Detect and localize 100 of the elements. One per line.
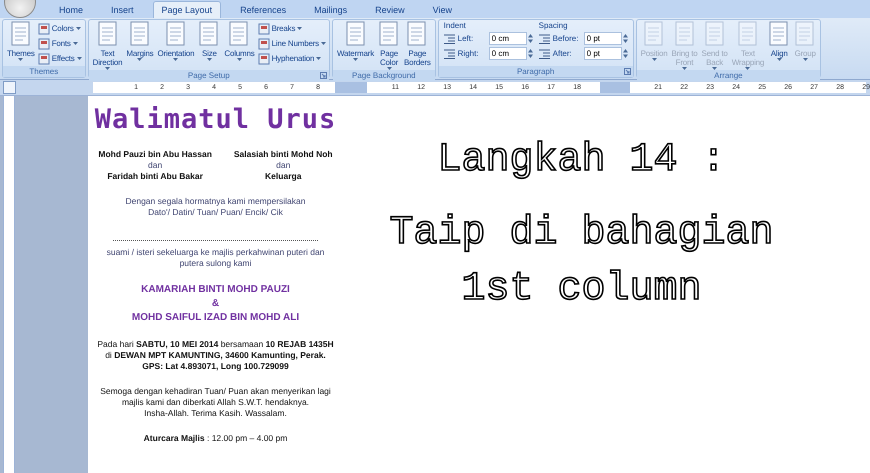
dialog-launcher-icon[interactable] — [624, 68, 631, 75]
ribbon-button[interactable]: Breaks — [258, 22, 326, 35]
document-icon — [406, 21, 428, 47]
couple-name: KAMARIAH BINTI MOHD PAUZI — [141, 283, 290, 297]
spin-field[interactable]: 0 pt — [584, 32, 622, 45]
text-line: GPS: Lat 4.893071, Long 100.729099 — [142, 361, 289, 372]
invitation-title: Walimatul Urus — [94, 104, 336, 135]
ribbon-button[interactable]: Watermark — [336, 21, 376, 61]
ribbon-button[interactable]: Effects — [38, 52, 82, 65]
square-icon — [38, 52, 50, 64]
ribbon-tab[interactable]: Mailings — [305, 1, 356, 18]
caret-icon — [320, 42, 326, 45]
text-line: Keluarga — [265, 171, 302, 182]
spin-field[interactable]: 0 cm — [488, 47, 527, 60]
text-line: dan — [276, 160, 290, 171]
caret-icon — [236, 58, 242, 61]
document-icon — [228, 21, 250, 47]
lines-icon — [538, 48, 550, 58]
ruler-margin — [335, 82, 367, 93]
ribbon-tab[interactable]: References — [231, 1, 296, 18]
ribbon-button[interactable]: Page Borders — [403, 21, 432, 67]
document-icon — [768, 21, 790, 47]
caret-icon — [76, 57, 82, 60]
document-icon — [128, 21, 151, 47]
document-icon — [704, 21, 726, 47]
text-line: majlis kami dan diberkati Allah S.W.T. hendaknya. — [122, 397, 310, 408]
text-line: Insha-Allah. Terima Kasih. Wassalam. — [144, 408, 287, 419]
ribbon-button[interactable]: Page Color — [377, 21, 402, 70]
document-icon — [10, 21, 32, 47]
caret-icon — [137, 58, 142, 61]
field-label: Right: — [458, 49, 480, 58]
square-icon — [258, 22, 270, 34]
caret-icon — [76, 27, 81, 30]
ribbon-tab[interactable]: Review — [366, 1, 414, 18]
lines-icon — [444, 34, 455, 44]
lines-icon — [444, 48, 455, 58]
ribbon-button[interactable]: Line Numbers — [258, 37, 326, 50]
outlined-heading: 1st column — [461, 266, 702, 314]
group-label: Page Setup — [88, 70, 329, 81]
group-label: Themes — [3, 66, 85, 77]
text-line: suami / isteri sekeluarga ke majlis perkahwinan puteri dan — [106, 247, 324, 258]
caret-icon — [353, 58, 358, 61]
square-icon — [38, 22, 50, 34]
text-line: putera sulong kami — [180, 258, 252, 269]
ribbon-button[interactable]: Colors — [38, 22, 82, 35]
ribbon-button[interactable]: Size — [197, 21, 222, 61]
text-line: Faridah binti Abu Bakar — [107, 171, 203, 182]
field-label: After: — [552, 49, 573, 58]
ribbon-tab[interactable]: Insert — [102, 1, 143, 18]
document-icon — [164, 21, 187, 47]
document-icon — [96, 21, 119, 47]
caret-icon — [802, 58, 808, 61]
document-icon — [794, 21, 816, 47]
square-icon — [258, 38, 270, 50]
document-icon — [198, 21, 220, 47]
ribbon-button[interactable]: Text Direction — [92, 21, 124, 70]
dialog-launcher-icon[interactable] — [320, 72, 327, 79]
couple-name: MOHD SAIFUL IZAD BIN MOHD ALI — [132, 311, 300, 325]
document-icon — [643, 21, 666, 47]
document-icon — [344, 21, 366, 47]
caret-icon — [776, 58, 782, 61]
text-line: dan — [148, 160, 162, 171]
text-line: Dengan segala hormatnya kami mempersilakan — [125, 196, 306, 207]
ribbon-tab[interactable]: Home — [50, 1, 92, 18]
caret-icon — [652, 58, 657, 61]
caret-icon — [72, 42, 78, 45]
text-line: Mohd Pauzi bin Abu Hassan — [98, 149, 212, 160]
couple-name: & — [212, 297, 220, 311]
text-line: Semoga dengan kehadiran Tuan/ Puan akan menyerikan lagi — [100, 386, 331, 397]
caret-icon — [206, 58, 212, 61]
caret-icon — [18, 58, 24, 61]
caret-icon — [297, 27, 302, 30]
spin-field[interactable]: 0 pt — [584, 47, 622, 60]
ribbon-tab[interactable]: View — [424, 1, 461, 18]
ribbon-button[interactable]: Fonts — [38, 37, 82, 50]
group-label: Paragraph — [438, 66, 633, 77]
ribbon-button[interactable]: Margins — [125, 21, 154, 61]
field-label: Left: — [458, 34, 474, 43]
outlined-heading: Taip di bahagian — [389, 210, 774, 258]
square-icon — [38, 38, 50, 50]
text-line: Pada hari SABTU, 10 MEI 2014 bersamaan 10 REJAB 1435H — [97, 339, 334, 350]
section-title: Spacing — [538, 21, 569, 30]
tab-selector[interactable] — [3, 81, 16, 94]
field-label: Before: — [552, 34, 580, 43]
caret-icon — [316, 57, 322, 60]
ribbon-button[interactable]: Align — [767, 21, 792, 61]
ribbon-button[interactable]: Hyphenation — [258, 52, 326, 65]
spin-field[interactable]: 0 cm — [488, 32, 527, 45]
document-icon — [378, 21, 400, 47]
ribbon-button[interactable]: Orientation — [156, 21, 196, 61]
ribbon-button[interactable]: Themes — [6, 21, 36, 61]
ribbon-tab[interactable]: Page Layout — [152, 1, 222, 18]
outlined-heading: Langkah 14 : — [437, 137, 726, 185]
document-icon — [674, 21, 696, 47]
ruler-margin — [600, 82, 630, 93]
group-label: Arrange — [636, 70, 820, 81]
section-title: Indent — [444, 21, 467, 30]
text-line: Aturcara Majlis : 12.00 pm – 4.00 pm — [144, 433, 288, 444]
text-line: di DEWAN MPT KAMUNTING, 34600 Kamunting, Perak. — [105, 350, 326, 361]
ribbon-button[interactable]: Columns — [223, 21, 256, 61]
